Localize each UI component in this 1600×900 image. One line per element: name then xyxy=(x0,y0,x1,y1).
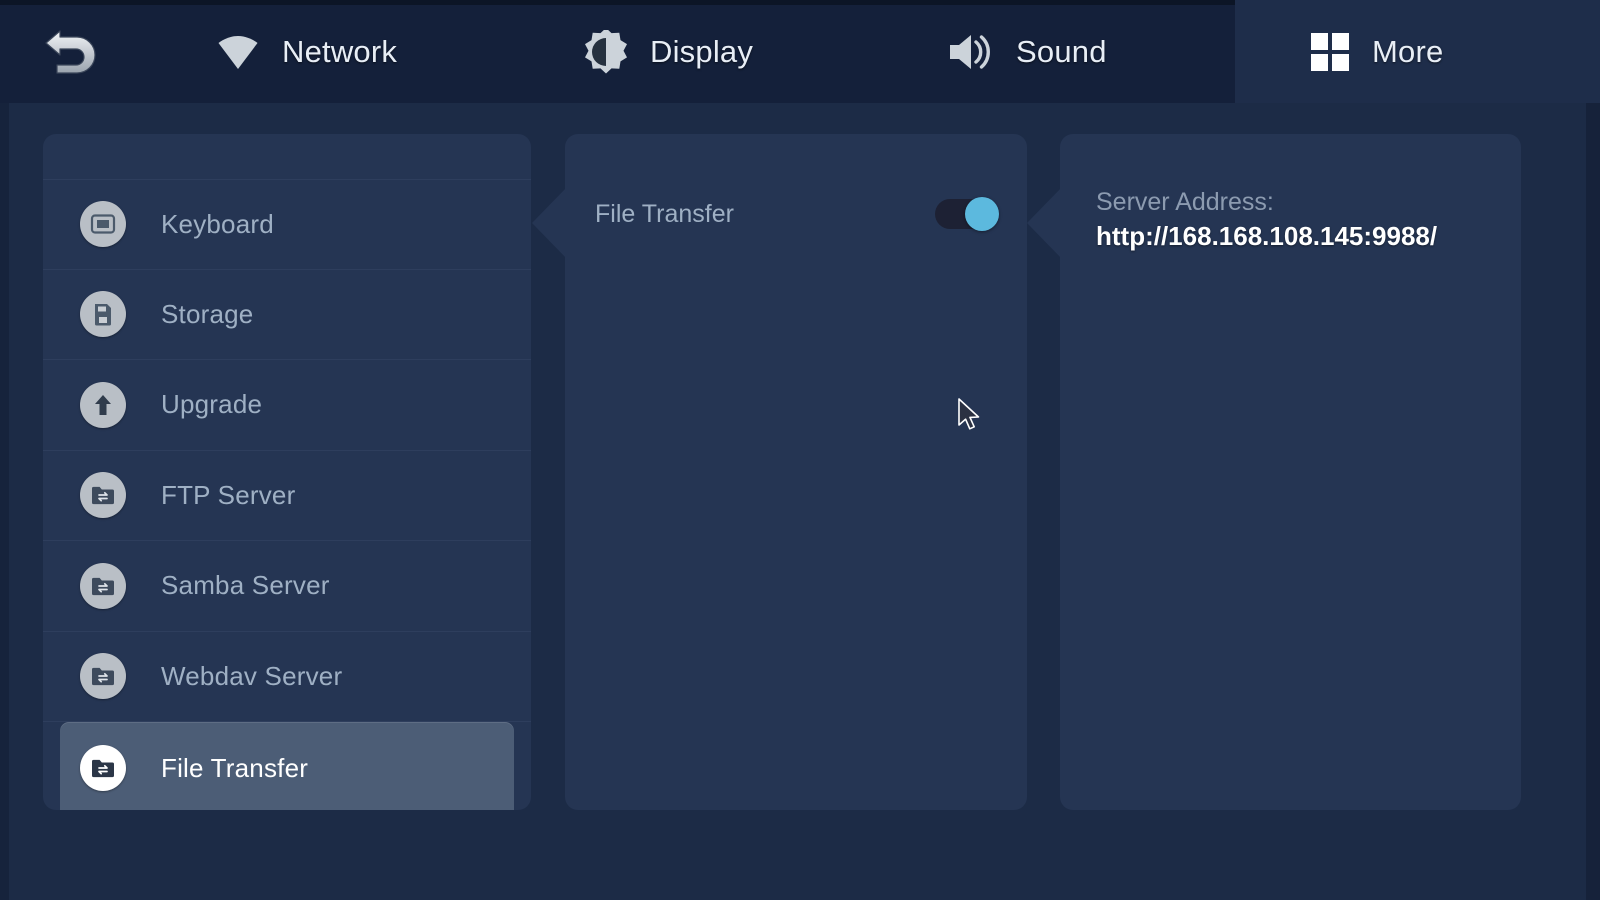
sidebar-item-file-transfer-label: File Transfer xyxy=(161,752,309,783)
sidebar-item-keyboard-label: Keyboard xyxy=(161,208,274,239)
tab-more-label: More xyxy=(1372,33,1444,69)
sidebar-item-keyboard[interactable]: Keyboard xyxy=(43,179,531,270)
left-edge-strip xyxy=(0,103,9,900)
detail-panel-pointer xyxy=(532,186,568,260)
back-arrow-icon xyxy=(45,30,96,74)
file-transfer-toggle[interactable] xyxy=(935,197,999,231)
server-address-block: Server Address: http://168.168.108.145:9… xyxy=(1096,186,1497,254)
folder-transfer-icon xyxy=(80,562,126,609)
top-navigation-bar: Network Display Sound More xyxy=(0,0,1600,103)
tab-network[interactable]: Network xyxy=(190,0,423,103)
settings-screen: Network Display Sound More Keyboard Stor… xyxy=(0,0,1600,900)
tab-more[interactable]: More xyxy=(1235,0,1600,103)
storage-card-icon xyxy=(80,291,126,338)
wifi-icon xyxy=(216,32,260,72)
server-info-panel-pointer xyxy=(1027,186,1063,260)
brightness-icon xyxy=(584,29,628,74)
sidebar-item-ftp-server[interactable]: FTP Server xyxy=(43,451,531,541)
folder-transfer-icon xyxy=(80,472,126,519)
sidebar-item-webdav-server-label: Webdav Server xyxy=(161,660,343,691)
detail-panel: File Transfer xyxy=(532,134,1027,810)
tab-network-label: Network xyxy=(282,33,398,69)
sidebar-item-storage[interactable]: Storage xyxy=(43,270,531,360)
server-address-value[interactable]: http://168.168.108.145:9988/ xyxy=(1096,220,1497,254)
right-edge-strip xyxy=(1586,103,1600,900)
folder-transfer-icon xyxy=(80,653,126,700)
file-transfer-setting-row: File Transfer xyxy=(595,186,999,242)
upload-arrow-icon xyxy=(80,381,126,428)
sidebar-item-upgrade[interactable]: Upgrade xyxy=(43,360,531,451)
toggle-knob xyxy=(965,197,999,231)
tab-sound[interactable]: Sound xyxy=(920,0,1133,103)
server-info-panel: Server Address: http://168.168.108.145:9… xyxy=(1027,134,1521,810)
speaker-icon xyxy=(946,31,994,73)
folder-transfer-icon xyxy=(80,745,126,791)
sidebar-item-ftp-server-label: FTP Server xyxy=(161,479,296,510)
sidebar-item-file-transfer[interactable]: File Transfer xyxy=(60,722,514,810)
sidebar-item-samba-server-label: Samba Server xyxy=(161,570,330,601)
keyboard-icon xyxy=(80,201,126,248)
sidebar-item-upgrade-label: Upgrade xyxy=(161,389,263,420)
sidebar-item-webdav-server[interactable]: Webdav Server xyxy=(43,632,531,722)
tab-display-label: Display xyxy=(650,33,754,69)
tab-sound-label: Sound xyxy=(1016,33,1107,69)
back-button[interactable] xyxy=(35,21,105,83)
tab-display[interactable]: Display xyxy=(558,0,779,103)
file-transfer-setting-label: File Transfer xyxy=(595,199,734,228)
settings-list-panel: Keyboard Storage Upgrade FTP Server Samb… xyxy=(43,134,531,810)
grid-icon xyxy=(1310,32,1350,72)
server-address-label: Server Address: xyxy=(1096,188,1274,216)
sidebar-item-samba-server[interactable]: Samba Server xyxy=(43,541,531,632)
sidebar-item-storage-label: Storage xyxy=(161,298,254,329)
